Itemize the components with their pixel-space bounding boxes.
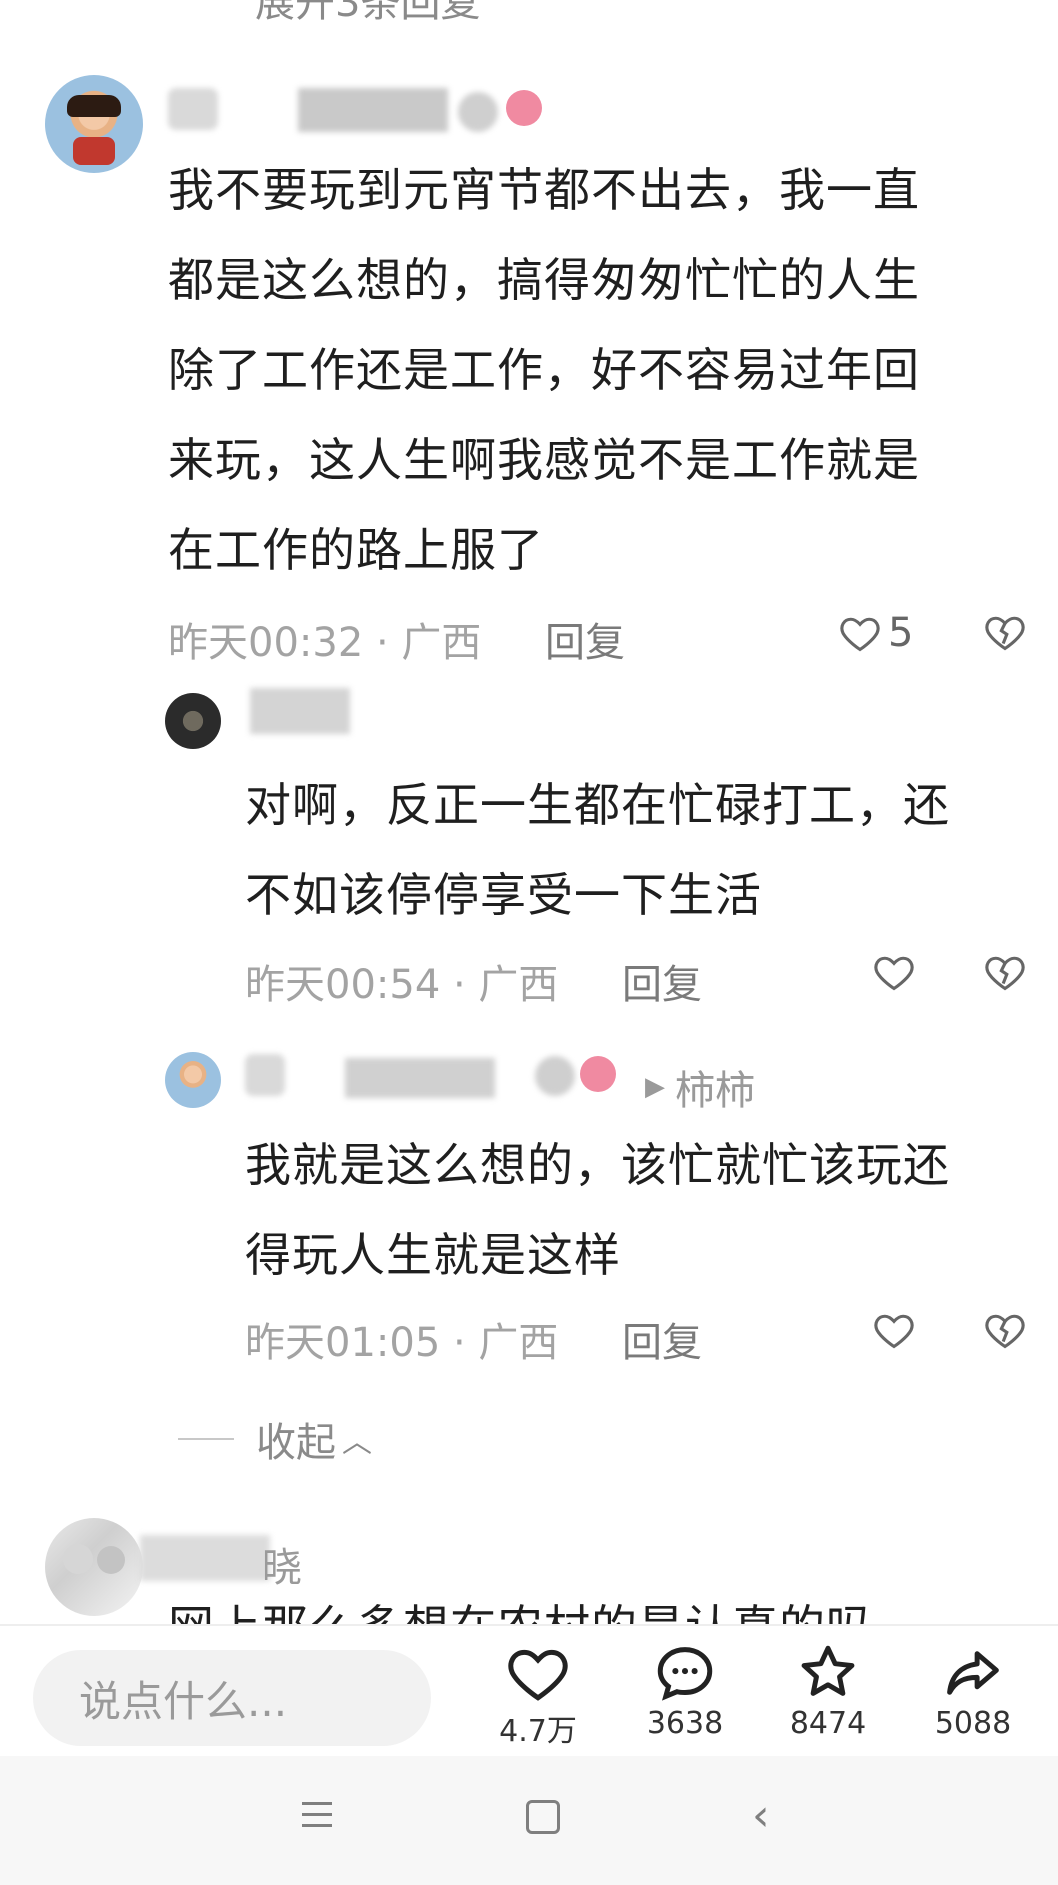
star-icon <box>801 1645 855 1696</box>
comment-meta: 昨天00:32 · 广西 <box>168 620 482 666</box>
reply-button[interactable]: 回复 <box>622 952 702 1010</box>
like-post-button[interactable]: 4.7万 <box>488 1640 588 1750</box>
chat-bubble-icon <box>657 1647 713 1701</box>
favorite-button[interactable]: 8474 <box>778 1640 878 1741</box>
dislike-button[interactable] <box>983 950 1027 998</box>
commenter-name-blurred[interactable] <box>168 82 553 138</box>
reply-meta: 昨天00:54 · 广西 <box>245 962 559 1008</box>
heart-icon <box>874 956 914 991</box>
comments-button[interactable]: 3638 <box>635 1640 735 1741</box>
reply-like-button[interactable] <box>872 1308 916 1356</box>
broken-heart-icon <box>985 956 1025 991</box>
share-button[interactable]: 5088 <box>923 1640 1023 1741</box>
comment-like-button[interactable]: 5 <box>838 608 913 658</box>
reply-to-indicator[interactable]: ▶ 柿柿 <box>645 1058 755 1116</box>
dislike-button[interactable] <box>983 610 1027 658</box>
reply-text: 对啊，反正一生都在忙碌打工，还 不如该停停享受一下生活 <box>245 778 950 922</box>
bottom-action-bar: 说点什么... 4.7万 3638 8474 5088 <box>0 1624 1058 1756</box>
avatar[interactable] <box>165 693 221 749</box>
menu-icon[interactable] <box>302 1800 332 1830</box>
system-navigation-bar: ‹ <box>0 1756 1058 1885</box>
commenter-name-visible-part: 晓 <box>262 1545 302 1591</box>
broken-heart-icon <box>985 616 1025 651</box>
chevron-up-icon: ︿ <box>342 1425 372 1460</box>
comment-text-partial: 网上那么多想在农村的是认真的吗 <box>168 1592 988 1624</box>
reply-arrow-icon: ▶ <box>645 1072 665 1102</box>
back-icon[interactable]: ‹ <box>752 1790 770 1841</box>
reply-like-button[interactable] <box>872 950 916 998</box>
expand-replies-hint[interactable]: 展开3条回复 <box>255 0 480 28</box>
reply-button[interactable]: 回复 <box>545 610 625 668</box>
divider-line <box>178 1438 234 1440</box>
avatar[interactable] <box>165 1052 221 1108</box>
broken-heart-icon <box>985 1314 1025 1349</box>
collapse-replies-button[interactable]: 收起 ︿ <box>178 1410 372 1468</box>
heart-icon <box>874 1314 914 1349</box>
share-arrow-icon <box>947 1651 999 1695</box>
reply-button[interactable]: 回复 <box>622 1310 702 1368</box>
comment-text: 我不要玩到元宵节都不出去，我一直 都是这么想的，搞得匆匆忙忙的人生 除了工作还是… <box>168 163 920 577</box>
comment-input[interactable]: 说点什么... <box>33 1650 431 1746</box>
reply-author-name-blurred[interactable] <box>250 688 350 734</box>
heart-icon <box>840 617 880 652</box>
avatar[interactable] <box>45 1518 143 1616</box>
home-square-icon[interactable] <box>526 1800 560 1834</box>
reply-text: 我就是这么想的，该忙就忙该玩还 得玩人生就是这样 <box>245 1138 950 1282</box>
commenter-name-blurred[interactable] <box>140 1535 270 1581</box>
reply-meta: 昨天01:05 · 广西 <box>245 1320 559 1366</box>
avatar[interactable] <box>45 75 143 173</box>
reply-author-name-blurred[interactable] <box>245 1048 635 1108</box>
heart-icon <box>508 1649 568 1701</box>
dislike-button[interactable] <box>983 1308 1027 1356</box>
